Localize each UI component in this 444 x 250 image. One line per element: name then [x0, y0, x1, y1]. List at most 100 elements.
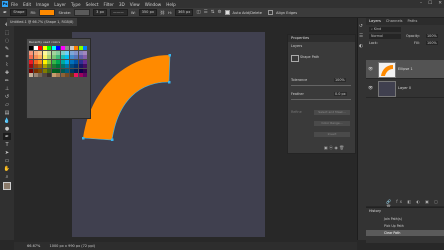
- color-swatch[interactable]: [65, 68, 69, 73]
- fill-field[interactable]: 100%: [426, 41, 438, 45]
- color-swatch[interactable]: [56, 46, 60, 50]
- color-swatch[interactable]: [51, 50, 56, 55]
- feather-field[interactable]: 0.0 px: [334, 92, 347, 96]
- color-swatch[interactable]: [42, 73, 47, 77]
- color-swatch[interactable]: [29, 50, 33, 55]
- color-swatch[interactable]: [83, 55, 87, 59]
- color-swatch[interactable]: [33, 73, 38, 77]
- color-swatch[interactable]: [42, 46, 47, 50]
- color-swatch[interactable]: [38, 46, 42, 50]
- eye-icon[interactable]: 👁: [368, 85, 373, 90]
- color-swatch[interactable]: [69, 73, 74, 77]
- color-swatch[interactable]: [42, 68, 47, 73]
- color-swatch[interactable]: [83, 68, 87, 73]
- color-swatch[interactable]: [60, 64, 65, 68]
- color-swatch[interactable]: [42, 55, 47, 59]
- color-swatch[interactable]: [74, 46, 78, 50]
- color-swatch[interactable]: [60, 46, 65, 50]
- select-and-mask-button[interactable]: Select and Mask...: [314, 110, 350, 115]
- color-swatch[interactable]: [51, 59, 56, 64]
- color-swatch[interactable]: [65, 73, 69, 77]
- tab-paths[interactable]: Paths: [408, 18, 418, 25]
- color-swatch[interactable]: [51, 55, 56, 59]
- invert-button[interactable]: Invert: [314, 132, 350, 137]
- eye-icon[interactable]: 👁: [368, 66, 373, 71]
- history-item[interactable]: Join Path(s): [366, 216, 444, 222]
- tab-layers[interactable]: Layers: [369, 18, 381, 25]
- anchor-point[interactable]: [82, 137, 85, 140]
- zoom-level[interactable]: 66.67%: [27, 244, 40, 248]
- orange-arc-shape[interactable]: [83, 55, 170, 140]
- color-swatch[interactable]: [65, 50, 69, 55]
- color-swatch[interactable]: [29, 46, 33, 50]
- color-swatch[interactable]: [78, 55, 83, 59]
- color-swatch[interactable]: [56, 59, 60, 64]
- history-item[interactable]: Pick Up Path: [366, 223, 444, 229]
- color-swatch[interactable]: [69, 59, 74, 64]
- color-swatch[interactable]: [69, 55, 74, 59]
- feather-slider[interactable]: [291, 99, 351, 100]
- color-swatch[interactable]: [38, 73, 42, 77]
- opacity-field[interactable]: 100%: [426, 34, 438, 38]
- color-swatch[interactable]: [47, 59, 51, 64]
- color-swatch[interactable]: [38, 68, 42, 73]
- color-swatch[interactable]: [83, 50, 87, 55]
- layer-row-layer0[interactable]: 👁 Layer 0: [366, 79, 444, 98]
- color-swatch[interactable]: [56, 64, 60, 68]
- color-swatch[interactable]: [33, 64, 38, 68]
- color-swatch[interactable]: [33, 59, 38, 64]
- color-swatch[interactable]: [33, 68, 38, 73]
- color-swatch[interactable]: [51, 46, 56, 50]
- color-swatch[interactable]: [65, 46, 69, 50]
- color-swatch[interactable]: [56, 50, 60, 55]
- color-swatch[interactable]: [65, 64, 69, 68]
- color-swatch[interactable]: [78, 73, 83, 77]
- color-swatch[interactable]: [42, 59, 47, 64]
- color-swatch[interactable]: [51, 68, 56, 73]
- color-swatch[interactable]: [33, 46, 38, 50]
- color-swatch[interactable]: [38, 55, 42, 59]
- properties-tab-label[interactable]: Layers: [291, 44, 302, 48]
- color-swatch[interactable]: [74, 68, 78, 73]
- color-swatch[interactable]: [78, 64, 83, 68]
- color-swatch[interactable]: [69, 64, 74, 68]
- anchor-point[interactable]: [111, 138, 114, 142]
- color-swatch[interactable]: [74, 55, 78, 59]
- tolerance-field[interactable]: 100%: [334, 78, 346, 82]
- color-swatch[interactable]: [33, 55, 38, 59]
- adjustments-icon[interactable]: ◐: [359, 44, 363, 49]
- color-swatch[interactable]: [29, 68, 33, 73]
- color-swatch[interactable]: [74, 73, 78, 77]
- color-swatch[interactable]: [78, 68, 83, 73]
- color-swatch[interactable]: [60, 73, 65, 77]
- color-swatch[interactable]: [60, 55, 65, 59]
- tolerance-slider[interactable]: [291, 85, 351, 86]
- color-swatch[interactable]: [29, 55, 33, 59]
- color-swatch[interactable]: [47, 64, 51, 68]
- color-swatch[interactable]: [83, 59, 87, 64]
- color-swatch[interactable]: [51, 73, 56, 77]
- color-swatch[interactable]: [69, 46, 74, 50]
- color-swatch[interactable]: [38, 64, 42, 68]
- layer-filter-kind[interactable]: ⌕ Kind: [369, 27, 401, 32]
- color-swatch[interactable]: [47, 68, 51, 73]
- anchor-point[interactable]: [168, 54, 172, 57]
- color-swatch[interactable]: [78, 59, 83, 64]
- blend-mode-dropdown[interactable]: Normal: [369, 34, 401, 39]
- color-swatch[interactable]: [38, 50, 42, 55]
- color-swatch[interactable]: [83, 64, 87, 68]
- color-swatch[interactable]: [42, 50, 47, 55]
- color-swatch[interactable]: [83, 73, 87, 77]
- color-swatch[interactable]: [74, 59, 78, 64]
- color-swatch[interactable]: [47, 73, 51, 77]
- color-swatch[interactable]: [74, 64, 78, 68]
- color-swatch[interactable]: [33, 50, 38, 55]
- color-swatch[interactable]: [42, 64, 47, 68]
- color-swatch[interactable]: [83, 46, 87, 50]
- color-swatch[interactable]: [74, 50, 78, 55]
- color-swatch[interactable]: [65, 55, 69, 59]
- color-range-button[interactable]: Color Range...: [314, 121, 350, 126]
- color-swatch[interactable]: [38, 59, 42, 64]
- color-swatch[interactable]: [78, 46, 83, 50]
- color-swatch[interactable]: [51, 64, 56, 68]
